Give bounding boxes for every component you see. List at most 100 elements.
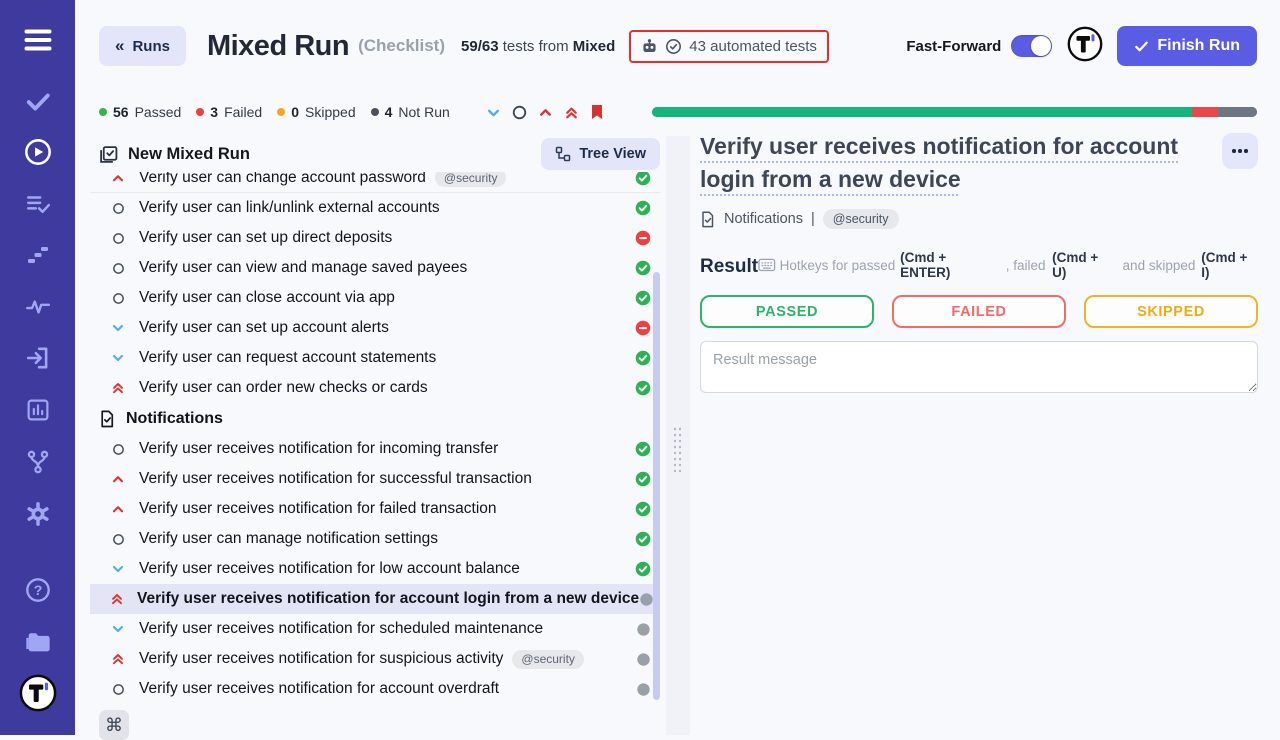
steps-icon[interactable] (26, 243, 50, 267)
status-failed-icon (635, 320, 651, 336)
check-gauge-icon (665, 38, 682, 55)
tag-badge: @security (512, 650, 584, 669)
check-icon[interactable] (25, 88, 51, 114)
stat-passed: 56Passed (99, 104, 181, 120)
test-title: Verify user can manage notification sett… (139, 530, 438, 548)
git-branch-icon[interactable] (25, 449, 51, 475)
circle-icon[interactable] (512, 105, 527, 120)
status-passed-icon (635, 350, 651, 366)
suite-section[interactable]: Notifications (90, 403, 660, 434)
suite-link[interactable]: Notifications (724, 211, 803, 227)
list-item[interactable]: Verify user can set up account alerts (90, 313, 660, 343)
user-logo-icon[interactable] (1067, 26, 1103, 67)
list-item[interactable]: Verify user receives notification for su… (90, 644, 660, 674)
list-item[interactable]: Verify user can close account via app (90, 283, 660, 313)
status-passed-icon (635, 561, 651, 577)
chevrons-up-icon[interactable] (564, 105, 579, 120)
priority-critical-icon (111, 652, 125, 666)
finish-run-button[interactable]: Finish Run (1117, 26, 1257, 66)
file-check-icon (700, 211, 716, 228)
keyboard-icon (758, 258, 776, 272)
stat-skipped: 0Skipped (277, 104, 355, 120)
list-check-icon[interactable] (25, 191, 51, 217)
list-item[interactable]: Verify user receives notification for su… (90, 464, 660, 494)
chevron-up-icon[interactable] (538, 105, 553, 120)
test-title: Verify user receives notification for su… (139, 650, 503, 668)
grip-icon[interactable] (673, 426, 684, 472)
result-heading: Result (700, 256, 758, 278)
finish-run-label: Finish Run (1157, 37, 1240, 55)
status-passed-icon (635, 471, 651, 487)
sign-in-icon[interactable] (25, 345, 51, 371)
help-circle-icon[interactable]: ? (24, 577, 51, 604)
list-item[interactable]: Verify user receives notification for ac… (90, 584, 660, 614)
test-title: Verify user can set up direct deposits (139, 229, 392, 247)
list-item[interactable]: Verify user can order new checks or card… (90, 373, 660, 403)
panel-resize-divider[interactable] (666, 136, 690, 735)
list-item[interactable]: Verify user receives notification for fa… (90, 494, 660, 524)
list-item[interactable]: Verify user can manage notification sett… (90, 524, 660, 554)
gear-icon[interactable] (25, 501, 51, 527)
tag-badge: @security (435, 172, 507, 187)
list-panel-header: New Mixed Run Tree View (90, 136, 660, 172)
tag-badge[interactable]: @security (823, 209, 899, 229)
status-failed-icon (635, 230, 651, 246)
automated-tests-label: 43 automated tests (689, 38, 817, 55)
list-scrollbar[interactable] (653, 272, 660, 700)
back-to-runs-button[interactable]: « Runs (99, 26, 186, 66)
priority-high-icon (111, 502, 125, 516)
list-item[interactable]: Verify user can change account password … (90, 172, 660, 193)
priority-normal-icon (112, 292, 125, 305)
automated-tests-badge: 43 automated tests (629, 30, 829, 63)
list-item[interactable]: Verify user receives notification for in… (90, 434, 660, 464)
list-item[interactable]: Verify user receives notification for sc… (90, 614, 660, 644)
status-passed-icon (635, 380, 651, 396)
tests-summary: 59/63 tests from Mixed (461, 38, 615, 55)
result-message-input[interactable] (700, 341, 1258, 393)
fast-forward-toggle[interactable] (1011, 35, 1052, 57)
play-circle-icon[interactable] (24, 138, 52, 166)
test-title: Verify user can change account password (139, 172, 426, 187)
testomat-logo-icon[interactable] (19, 674, 57, 712)
status-passed-icon (635, 290, 651, 306)
list-item[interactable]: Verify user can view and manage saved pa… (90, 253, 660, 283)
status-passed-icon (635, 260, 651, 276)
status-notrun-icon (636, 622, 651, 637)
status-passed-icon (635, 501, 651, 517)
passed-button[interactable]: PASSED (700, 295, 874, 328)
test-title: Verify user can order new checks or card… (139, 379, 428, 397)
folder-icon[interactable] (24, 628, 52, 656)
command-key-button[interactable]: ⌘ (99, 710, 129, 740)
list-item[interactable]: Verify user can set up direct deposits (90, 223, 660, 253)
ellipsis-icon (1232, 149, 1236, 153)
stat-notrun: 4Not Run (371, 104, 450, 120)
bookmark-icon[interactable] (590, 104, 604, 120)
list-item[interactable]: Verify user receives notification for ac… (90, 674, 660, 704)
more-actions-button[interactable] (1222, 133, 1258, 169)
tree-view-button[interactable]: Tree View (541, 138, 660, 170)
priority-low-icon (111, 351, 125, 365)
app-sidebar: ? (0, 0, 75, 735)
meta-separator: | (811, 211, 815, 227)
priority-normal-icon (112, 202, 125, 215)
status-passed-icon (635, 172, 651, 186)
failed-button[interactable]: FAILED (892, 295, 1066, 328)
menu-icon[interactable] (24, 30, 51, 51)
chevron-down-icon[interactable] (486, 105, 501, 120)
priority-low-icon (111, 321, 125, 335)
status-notrun-icon (639, 592, 654, 607)
priority-critical-icon (110, 592, 124, 606)
test-title: Verify user can view and manage saved pa… (139, 259, 467, 277)
test-title: Verify user receives notification for fa… (139, 500, 497, 518)
list-item[interactable]: Verify user receives notification for lo… (90, 554, 660, 584)
skipped-button[interactable]: SKIPPED (1084, 295, 1258, 328)
test-detail-title[interactable]: Verify user receives notification for ac… (700, 130, 1210, 196)
test-title: Verify user receives notification for sc… (139, 620, 543, 638)
check-icon (1134, 39, 1149, 54)
suite-section-label: Notifications (126, 410, 223, 428)
test-title: Verify user can set up account alerts (139, 319, 389, 337)
bar-chart-icon[interactable] (25, 398, 50, 423)
activity-icon[interactable] (25, 294, 51, 320)
list-item[interactable]: Verify user can request account statemen… (90, 343, 660, 373)
list-item[interactable]: Verify user can link/unlink external acc… (90, 193, 660, 223)
